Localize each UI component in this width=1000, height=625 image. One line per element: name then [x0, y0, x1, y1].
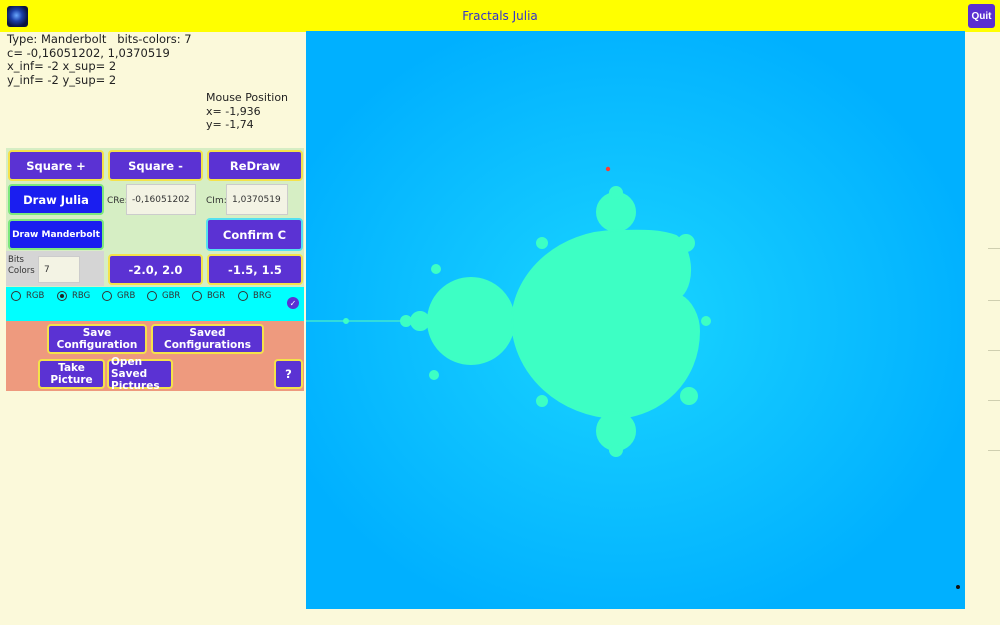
- check-icon[interactable]: ✓: [287, 297, 299, 309]
- scroll-tick: [988, 450, 1000, 451]
- info-panel: Type: Manderbolt bits-colors: 7 c= -0,160…: [7, 32, 192, 87]
- radio-circle[interactable]: [147, 291, 157, 301]
- radio-circle-selected[interactable]: [57, 291, 67, 301]
- radio-circle[interactable]: [11, 291, 21, 301]
- info-c: c= -0,16051202, 1,0370519: [7, 45, 170, 60]
- quit-button[interactable]: Quit: [968, 4, 995, 28]
- mandelbrot-set-image: [306, 31, 965, 609]
- radio-label: BRG: [253, 291, 272, 301]
- radio-rgb[interactable]: RGB: [11, 291, 44, 301]
- bits-colors-input[interactable]: 7: [38, 256, 80, 283]
- square-plus-button[interactable]: Square +: [8, 150, 104, 181]
- mouse-y: y= -1,74: [206, 118, 254, 131]
- info-x-range: x_inf= -2 x_sup= 2: [7, 59, 117, 73]
- radio-brg[interactable]: BRG: [238, 291, 271, 301]
- cre-input[interactable]: -0,16051202: [126, 184, 196, 215]
- cim-label: CIm:: [206, 196, 227, 206]
- radio-grb[interactable]: GRB: [102, 291, 135, 301]
- take-picture-button[interactable]: Take Picture: [38, 359, 105, 389]
- save-configuration-button[interactable]: Save Configuration: [47, 324, 147, 354]
- scroll-tick: [988, 400, 1000, 401]
- title-bar: Fractals Julia Quit: [0, 0, 1000, 32]
- radio-circle[interactable]: [102, 291, 112, 301]
- radio-circle[interactable]: [192, 291, 202, 301]
- window-title: Fractals Julia: [462, 9, 538, 23]
- info-type: Type: Manderbolt bits-colors: 7: [7, 32, 192, 46]
- scroll-tick: [988, 248, 1000, 249]
- range-2-button[interactable]: -2.0, 2.0: [108, 254, 203, 285]
- radio-label: GBR: [162, 291, 181, 301]
- open-saved-pictures-button[interactable]: Open Saved Pictures: [107, 356, 173, 392]
- scroll-tick: [988, 350, 1000, 351]
- radio-label: RBG: [72, 291, 91, 301]
- help-button[interactable]: ?: [274, 359, 303, 389]
- square-minus-button[interactable]: Square -: [108, 150, 203, 181]
- right-margin: [965, 32, 1000, 625]
- radio-rbg[interactable]: RBG: [57, 291, 90, 301]
- redraw-button[interactable]: ReDraw: [207, 150, 303, 181]
- bits-colors-label: Bits Colors: [8, 255, 35, 276]
- radio-circle[interactable]: [238, 291, 248, 301]
- cim-input[interactable]: 1,0370519: [226, 184, 288, 215]
- mouse-position-title: Mouse Position: [206, 91, 289, 104]
- radio-gbr[interactable]: GBR: [147, 291, 180, 301]
- info-y-range: y_inf= -2 y_sup= 2: [7, 72, 117, 87]
- radio-bgr[interactable]: BGR: [192, 291, 225, 301]
- draw-manderbolt-button[interactable]: Draw Manderbolt: [8, 219, 104, 250]
- mouse-x: x= -1,936: [206, 104, 261, 118]
- range-1-5-button[interactable]: -1.5, 1.5: [207, 254, 303, 285]
- draw-julia-button[interactable]: Draw Julia: [8, 184, 104, 215]
- cre-label: CRe:: [107, 196, 128, 206]
- scroll-tick: [988, 300, 1000, 301]
- radio-label: RGB: [26, 291, 45, 301]
- radio-label: GRB: [117, 291, 136, 301]
- saved-configurations-button[interactable]: Saved Configurations: [151, 324, 264, 354]
- radio-label: BGR: [207, 291, 226, 301]
- fractal-canvas[interactable]: [306, 31, 965, 609]
- mouse-position: Mouse Position x= -1,936 y= -1,74: [206, 91, 288, 132]
- confirm-c-button[interactable]: Confirm C: [206, 218, 303, 251]
